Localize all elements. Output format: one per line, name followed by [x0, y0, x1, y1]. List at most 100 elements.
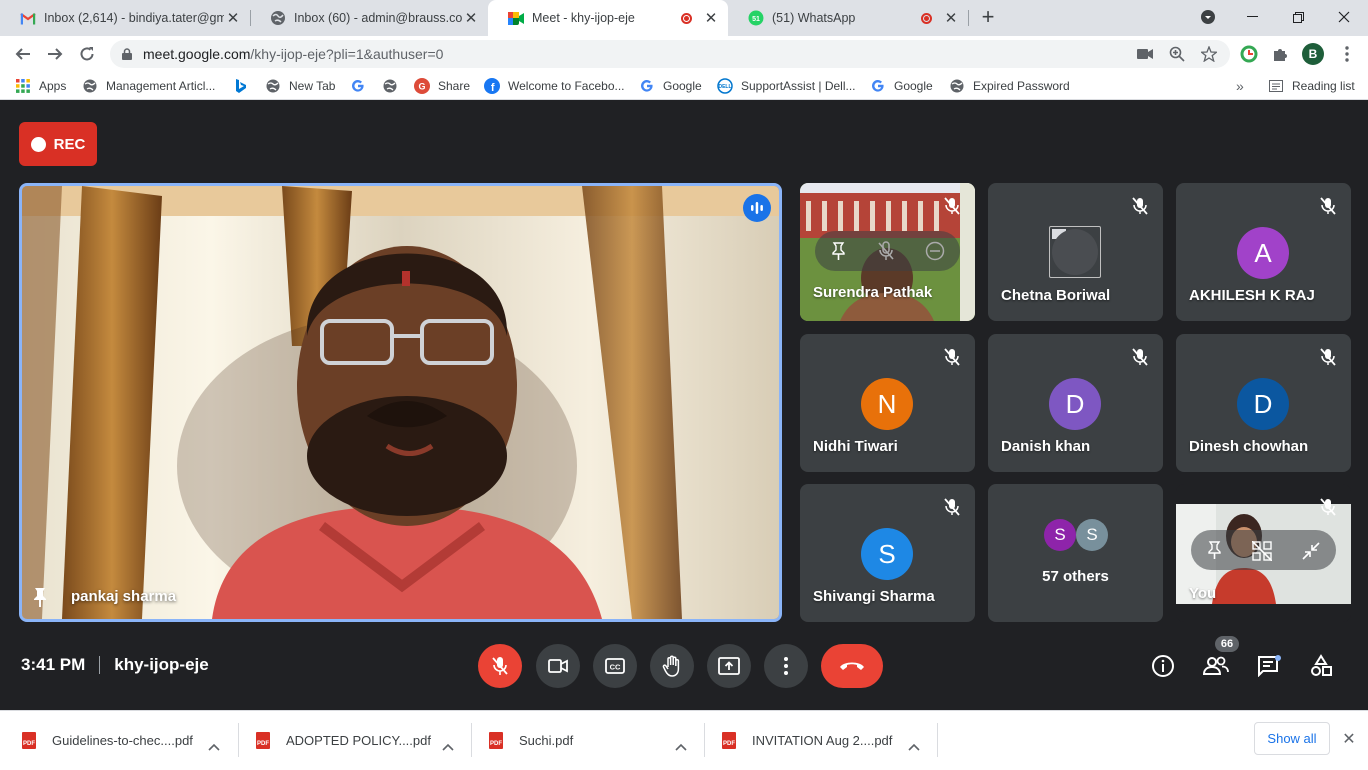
mute-participant-icon[interactable]: [877, 241, 895, 261]
participant-tile-shivangi[interactable]: S Shivangi Sharma: [800, 484, 975, 622]
bookmark-supportassist[interactable]: DELL SupportAssist | Dell...: [717, 76, 856, 96]
bookmark-apps[interactable]: Apps: [15, 76, 66, 96]
download-item[interactable]: PDF Suchi.pdf: [489, 725, 573, 755]
bookmark-new-tab[interactable]: New Tab: [265, 76, 335, 96]
bookmark-google-1[interactable]: Google: [639, 76, 702, 96]
download-options-chevron-icon[interactable]: [908, 732, 920, 762]
minimize-self-view-icon[interactable]: [1301, 541, 1321, 561]
download-separator: [471, 723, 472, 757]
zoom-icon[interactable]: [1164, 41, 1190, 67]
tab-meet[interactable]: Meet - khy-ijop-eje ✕: [488, 0, 728, 36]
muted-icon: [1129, 195, 1151, 217]
participant-tile-danish[interactable]: D Danish khan: [988, 334, 1163, 472]
microphone-toggle-button[interactable]: [478, 644, 522, 688]
recording-indicator-icon: [681, 12, 692, 24]
close-window-button[interactable]: [1321, 0, 1367, 34]
tab-search-button[interactable]: [1186, 0, 1230, 34]
lock-icon: [122, 48, 132, 60]
facebook-icon: f: [484, 78, 500, 94]
show-everyone-button[interactable]: [1202, 652, 1230, 680]
camera-in-use-icon[interactable]: [1132, 41, 1158, 67]
download-item[interactable]: PDF ADOPTED POLICY....pdf: [256, 725, 431, 755]
close-tab-icon[interactable]: ✕: [224, 9, 242, 27]
tab-admin-inbox[interactable]: Inbox (60) - admin@brauss.co.in ✕: [250, 0, 488, 36]
activities-button[interactable]: [1307, 652, 1335, 680]
self-tile[interactable]: You: [1176, 484, 1351, 622]
bookmark-management-articles[interactable]: Management Articl...: [82, 76, 215, 96]
reading-list-button[interactable]: Reading list: [1268, 76, 1355, 96]
gmail-icon: [20, 10, 36, 26]
meeting-details-button[interactable]: [1149, 652, 1177, 680]
present-screen-button[interactable]: [707, 644, 751, 688]
close-tab-icon[interactable]: ✕: [462, 9, 480, 27]
bookmark-bing[interactable]: [233, 76, 257, 96]
bookmark-google-2[interactable]: Google: [870, 76, 933, 96]
download-options-chevron-icon[interactable]: [442, 732, 454, 762]
download-separator: [704, 723, 705, 757]
participant-tile-nidhi[interactable]: N Nidhi Tiwari: [800, 334, 975, 472]
download-shelf: PDF Guidelines-to-chec....pdf PDF ADOPTED …: [0, 710, 1368, 770]
bookmark-facebook[interactable]: f Welcome to Facebo...: [484, 76, 625, 96]
minimize-icon: [1246, 16, 1258, 17]
extensions-puzzle-icon[interactable]: [1267, 41, 1293, 67]
bookmark-expired-password[interactable]: Expired Password: [949, 76, 1070, 96]
bookmark-label: Apps: [39, 79, 67, 93]
bookmark-google[interactable]: [350, 76, 374, 96]
participant-tile-akhilesh[interactable]: A AKHILESH K RAJ: [1176, 183, 1351, 321]
muted-icon: [941, 195, 963, 217]
muted-icon: [1317, 346, 1339, 368]
bookmarks-overflow-chevron-icon[interactable]: »: [1236, 76, 1244, 96]
download-item[interactable]: PDF Guidelines-to-chec....pdf: [22, 725, 193, 755]
url-text: meet.google.com/khy-ijop-eje?pli=1&authu…: [143, 46, 443, 62]
chat-button[interactable]: [1255, 652, 1283, 680]
download-options-chevron-icon[interactable]: [675, 732, 687, 762]
bookmark-globe[interactable]: [382, 76, 406, 96]
meet-icon: [508, 10, 524, 26]
minimize-button[interactable]: [1229, 0, 1275, 34]
reload-button[interactable]: [74, 41, 100, 67]
close-tab-icon[interactable]: ✕: [942, 9, 960, 27]
muted-icon: [1317, 496, 1339, 518]
new-tab-button[interactable]: +: [966, 0, 1010, 34]
others-tile[interactable]: S S 57 others: [988, 484, 1163, 622]
participant-tile-surendra[interactable]: Surendra Pathak: [800, 183, 975, 321]
extension-icon[interactable]: [1236, 41, 1262, 67]
tab-whatsapp[interactable]: 51 (51) WhatsApp ✕: [728, 0, 968, 36]
pin-icon[interactable]: [1208, 541, 1221, 559]
restore-button[interactable]: [1275, 0, 1321, 34]
remove-participant-icon[interactable]: [925, 241, 945, 261]
pin-icon[interactable]: [33, 587, 47, 607]
mic-off-icon: [492, 657, 508, 675]
bookmark-star-icon[interactable]: [1196, 41, 1222, 67]
profile-avatar[interactable]: B: [1300, 41, 1326, 67]
download-item[interactable]: PDF INVITATION Aug 2....pdf: [722, 725, 892, 755]
show-all-downloads-button[interactable]: Show all: [1254, 722, 1330, 755]
bookmark-label: Share: [438, 79, 471, 93]
back-button[interactable]: [10, 41, 36, 67]
camera-toggle-button[interactable]: [536, 644, 580, 688]
main-speaker-video[interactable]: pankaj sharma: [19, 183, 782, 622]
close-tab-icon[interactable]: ✕: [702, 9, 720, 27]
raise-hand-button[interactable]: [650, 644, 694, 688]
tab-gmail-inbox[interactable]: Inbox (2,614) - bindiya.tater@gm ✕: [0, 0, 250, 36]
browser-menu-button[interactable]: [1334, 41, 1360, 67]
svg-text:G: G: [418, 82, 425, 92]
leave-call-button[interactable]: [821, 644, 883, 688]
globe-icon: [270, 10, 286, 26]
meet-stage: REC pankaj sharma Surendra Pathak Chetna…: [0, 101, 1368, 710]
participant-tile-dinesh[interactable]: D Dinesh chowhan: [1176, 334, 1351, 472]
close-download-shelf-icon[interactable]: ✕: [1339, 729, 1359, 749]
forward-button[interactable]: [42, 41, 68, 67]
captions-button[interactable]: CC: [593, 644, 637, 688]
whatsapp-icon: 51: [748, 10, 764, 26]
hide-self-view-icon[interactable]: [1252, 541, 1272, 561]
download-options-chevron-icon[interactable]: [208, 732, 220, 762]
pin-icon[interactable]: [832, 242, 845, 260]
muted-icon: [941, 496, 963, 518]
participant-tile-chetna[interactable]: Chetna Boriwal: [988, 183, 1163, 321]
address-bar[interactable]: meet.google.com/khy-ijop-eje?pli=1&authu…: [110, 40, 1230, 68]
globe-icon: [265, 78, 281, 94]
dell-icon: DELL: [717, 78, 733, 94]
bookmark-share[interactable]: G Share: [414, 76, 470, 96]
more-options-button[interactable]: [764, 644, 808, 688]
